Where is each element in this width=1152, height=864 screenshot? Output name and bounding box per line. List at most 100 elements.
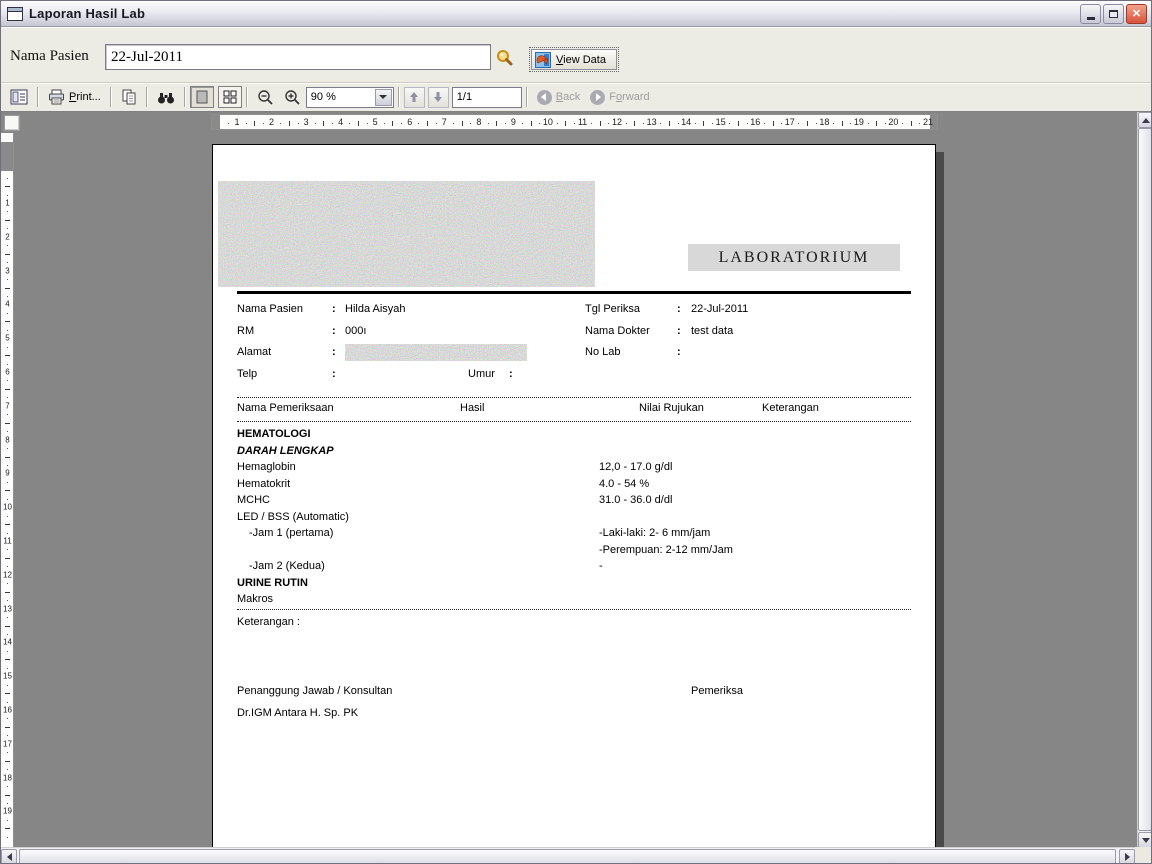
ruler-number: 4 — [338, 117, 344, 127]
report-row: Hemaglobin 12,0 - 17.0 g/dl — [237, 461, 673, 473]
toolbar-separator — [397, 87, 400, 107]
ruler-number: 11 — [577, 117, 588, 127]
restore-button[interactable] — [1103, 3, 1124, 24]
zoom-dropdown-button[interactable] — [374, 88, 392, 106]
window-title: Laporan Hasil Lab — [29, 6, 146, 21]
ruler-number: 12 — [612, 117, 623, 127]
single-page-view-button[interactable] — [189, 86, 214, 108]
scrollbar-corner — [1135, 847, 1151, 863]
separator-dotted — [237, 609, 911, 610]
patient-name-input[interactable] — [105, 44, 491, 70]
ruler-margin-cap — [1, 142, 13, 171]
ruler-number: 20 — [888, 117, 899, 127]
group-tree-icon — [10, 89, 28, 105]
doctor-signature-name: Dr.IGM Antara H. Sp. PK — [237, 707, 359, 719]
app-window: Laporan Hasil Lab ✕ Nama Pasien View Dat… — [0, 0, 1152, 864]
ruler-number: 3 — [5, 266, 10, 276]
ruler-number: 1 — [5, 198, 10, 208]
title-bar: Laporan Hasil Lab ✕ — [1, 1, 1151, 27]
scroll-right-button[interactable] — [1119, 849, 1135, 863]
arrow-left-icon — [6, 853, 12, 861]
report-row: MCHC 31.0 - 36.0 d/dl — [237, 494, 673, 506]
patient-name-value: Hilda Aisyah — [345, 303, 406, 315]
ruler-number: 15 — [715, 117, 726, 127]
minimize-button[interactable] — [1080, 3, 1101, 24]
ruler-number: 17 — [3, 739, 12, 749]
horizontal-scroll-thumb[interactable] — [19, 849, 1116, 863]
ruler-number: 17 — [784, 117, 795, 127]
ruler-number: 13 — [646, 117, 657, 127]
ruler-number: 11 — [3, 536, 12, 546]
ruler-number: 15 — [3, 671, 12, 681]
ruler-number: 18 — [3, 773, 12, 783]
scroll-left-button[interactable] — [1, 849, 17, 863]
vertical-scroll-thumb[interactable] — [1138, 128, 1151, 831]
multi-page-view-button[interactable] — [217, 86, 242, 108]
form-bar: Nama Pasien View Data — [1, 27, 1151, 82]
ruler-number: 7 — [441, 117, 447, 127]
find-button[interactable] — [152, 85, 180, 109]
forward-button[interactable]: Forward — [585, 85, 654, 109]
report-row: Makros — [237, 593, 274, 605]
page-up-icon — [410, 92, 419, 102]
vertical-scrollbar[interactable] — [1137, 112, 1151, 848]
binoculars-icon — [157, 92, 174, 103]
redacted-letterhead-image — [218, 181, 595, 287]
search-button[interactable] — [494, 48, 514, 68]
horizontal-scrollbar[interactable] — [1, 847, 1135, 863]
page-number-field[interactable] — [451, 86, 522, 108]
arrow-right-icon — [1124, 853, 1130, 861]
ruler-number: 5 — [5, 333, 10, 343]
laboratorium-title: LABORATORIUM — [688, 244, 900, 271]
chevron-down-icon — [379, 95, 388, 99]
report-row: Hematokrit 4.0 - 54 % — [237, 477, 650, 490]
ruler-number: 5 — [372, 117, 378, 127]
patient-row: Telp: Umur: — [237, 368, 513, 380]
toolbar-separator — [109, 87, 112, 107]
ruler-number: 6 — [5, 367, 10, 377]
header-rule — [237, 291, 911, 294]
forward-icon — [590, 89, 606, 105]
report-row: -Jam 2 (Kedua) - — [249, 560, 603, 572]
h-ruler: 1 2 3 4 5 6 7 8 9 10 11 12 13 14 15 16 17 18 19 20 21 — [211, 114, 938, 130]
redacted-address-image — [345, 344, 527, 361]
ruler-number: 3 — [303, 117, 309, 127]
previous-page-button[interactable] — [403, 86, 425, 108]
zoom-in-button[interactable] — [279, 85, 306, 109]
zoom-out-button[interactable] — [252, 85, 279, 109]
scroll-up-button[interactable] — [1138, 112, 1151, 128]
print-preview-pane: 1 2 3 4 5 6 7 8 9 10 11 12 13 14 15 16 17 18 19 20 21 123456… — [1, 111, 1151, 863]
ruler-number: 14 — [681, 117, 692, 127]
back-button[interactable]: Back — [532, 85, 585, 109]
view-data-button[interactable]: View Data — [529, 47, 619, 72]
ruler-number: 4 — [5, 299, 10, 309]
copy-icon — [122, 89, 136, 105]
ruler-number: 14 — [3, 637, 12, 647]
close-button[interactable]: ✕ — [1126, 3, 1147, 24]
multi-page-icon — [223, 90, 237, 104]
copy-button[interactable] — [116, 85, 142, 109]
patient-row: Alamat: No Lab: — [213, 344, 935, 362]
group-tree-toggle-button[interactable] — [5, 85, 33, 109]
next-page-button[interactable] — [427, 86, 449, 108]
print-button[interactable]: Print... — [43, 85, 106, 109]
print-label: Print... — [69, 91, 101, 103]
doctor-name-value: test data — [691, 325, 734, 337]
zoom-level-select[interactable]: 90 % — [305, 86, 394, 108]
page-down-icon — [434, 92, 443, 102]
window-form-icon — [7, 6, 23, 21]
forward-label: Forward — [609, 91, 650, 103]
scroll-down-button[interactable] — [1138, 832, 1151, 848]
toolbar-separator — [183, 87, 186, 107]
report-row: -Perempuan: 2-12 mm/Jam — [599, 543, 733, 556]
ruler-number: 19 — [3, 806, 12, 816]
ruler-number: 2 — [5, 232, 10, 242]
ruler-number: 16 — [750, 117, 761, 127]
signature-right-label: Pemeriksa — [691, 685, 743, 697]
signature-left-label: Penanggung Jawab / Konsultan — [237, 685, 393, 697]
preview-toolbar: Print... 90 % 1/1 Back Forward — [1, 82, 1151, 111]
ruler-number: 10 — [3, 502, 12, 512]
close-icon: ✕ — [1131, 8, 1142, 20]
ruler-number: 21 — [922, 117, 934, 127]
ruler-number: 19 — [853, 117, 864, 127]
